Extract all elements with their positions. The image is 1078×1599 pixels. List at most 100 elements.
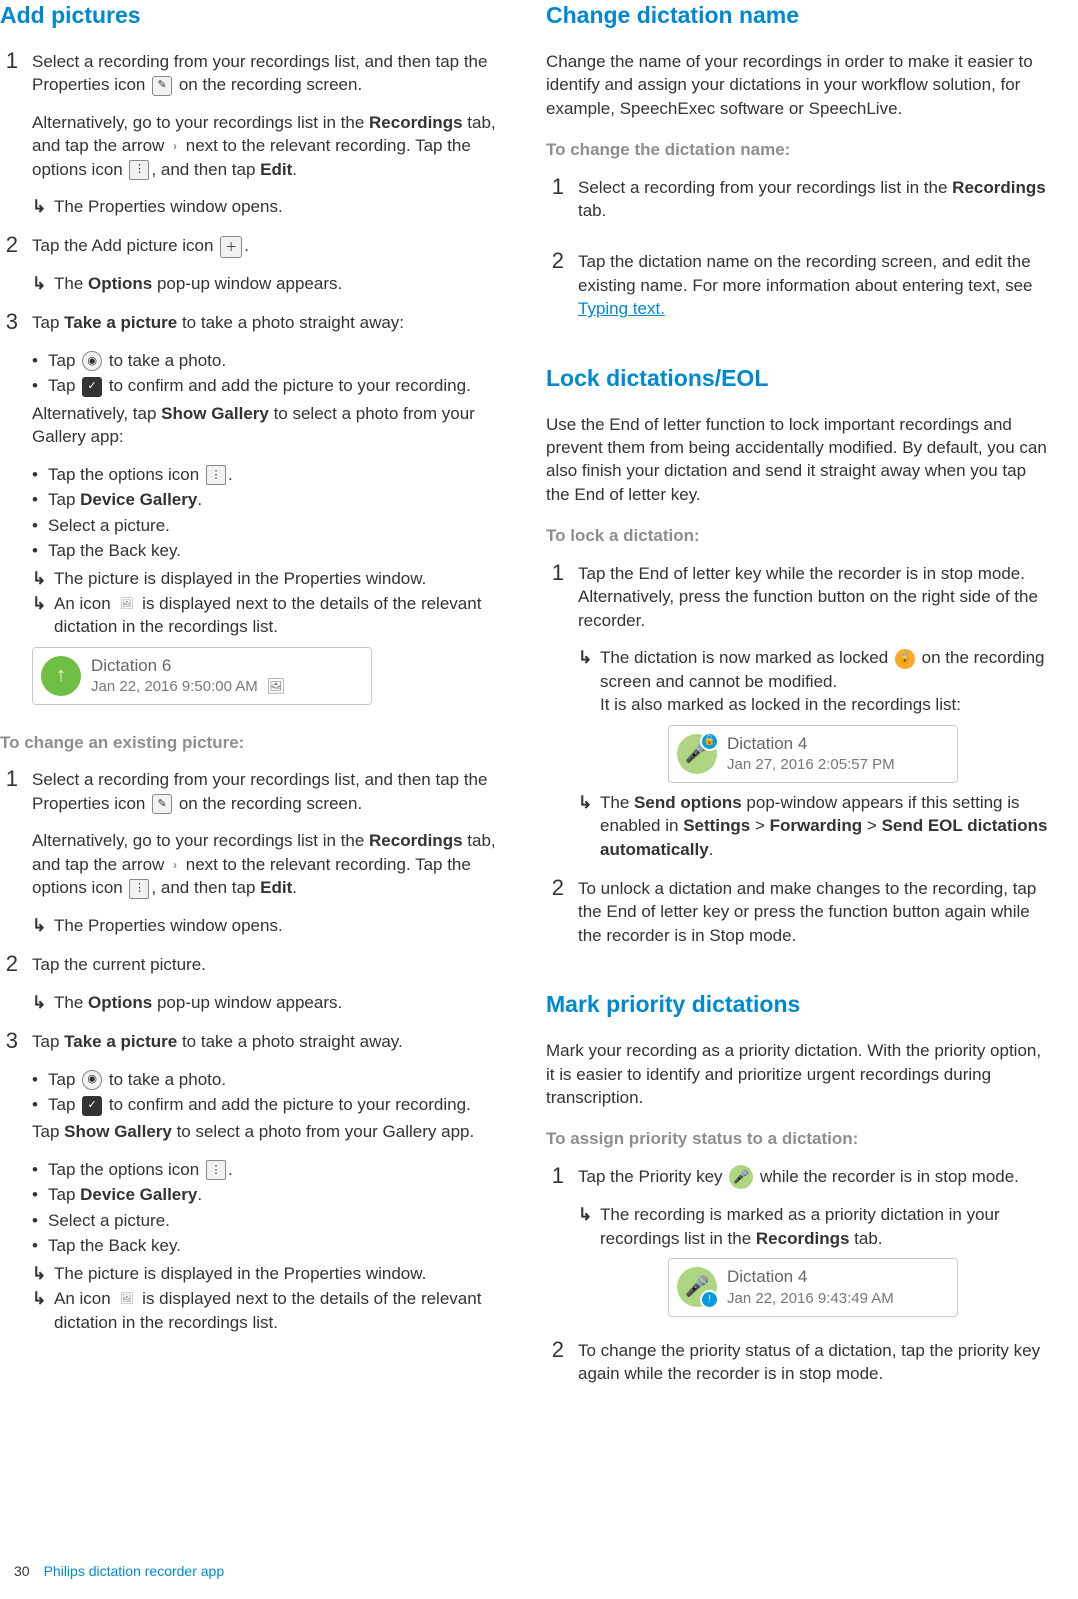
lock-badge-icon: 🔒 — [700, 732, 719, 751]
result-text: The recording is marked as a priority di… — [578, 1203, 1048, 1250]
paragraph: Change the name of your recordings in or… — [546, 50, 1048, 120]
screenshot-title: Dictation 4 — [727, 1265, 894, 1288]
bullet: Tap the Back key. — [32, 1234, 502, 1257]
step-number: 2 — [546, 1339, 564, 1361]
paragraph: Mark your recording as a priority dictat… — [546, 1039, 1048, 1109]
confirm-check-icon: ✓ — [82, 377, 102, 397]
left-column: Add pictures 1 Select a recording from y… — [0, 0, 502, 1413]
screenshot-dictation-4-locked: 🎤🔒 Dictation 4 Jan 27, 2016 2:05:57 PM — [668, 725, 958, 783]
step-text: Select a recording from your recordings … — [32, 768, 502, 815]
result-text: An icon 🖼 is displayed next to the detai… — [32, 592, 502, 639]
options-dots-icon: ⋮ — [206, 1160, 226, 1180]
result-text: The dictation is now marked as locked 🔒 … — [578, 646, 1048, 716]
confirm-check-icon: ✓ — [82, 1096, 102, 1116]
step-text: Alternatively, tap Show Gallery to selec… — [32, 402, 502, 449]
step-text: Select a recording from your recordings … — [32, 50, 502, 97]
page-number: 30 — [14, 1562, 30, 1581]
heading-add-pictures: Add pictures — [0, 0, 502, 32]
add-picture-icon: ＋ — [220, 236, 242, 258]
properties-icon: ✎ — [152, 794, 172, 814]
step-text: Tap the End of letter key while the reco… — [578, 562, 1048, 632]
bullet: Select a picture. — [32, 514, 502, 537]
step-number: 2 — [0, 953, 18, 975]
footer-app-name: Philips dictation recorder app — [44, 1562, 225, 1581]
mic-icon: 🎤🔒 — [677, 734, 717, 774]
picture-indicator-icon: 🖼 — [117, 1291, 135, 1309]
step-text: To unlock a dictation and make changes t… — [578, 877, 1048, 947]
screenshot-subtitle: Jan 27, 2016 2:05:57 PM — [727, 755, 895, 776]
bullet: Tap the options icon ⋮. — [32, 1158, 502, 1181]
screenshot-subtitle: Jan 22, 2016 9:43:49 AM — [727, 1289, 894, 1310]
bullet: Tap ◉ to take a photo. — [32, 349, 502, 372]
page-footer: 30 Philips dictation recorder app — [14, 1562, 224, 1581]
subheading-change-name: To change the dictation name: — [546, 138, 1048, 161]
priority-mic-icon: 🎤 — [729, 1165, 753, 1189]
step-number: 2 — [0, 234, 18, 256]
add-pictures-steps: 1 Select a recording from your recording… — [0, 50, 502, 713]
step-text: To change the priority status of a dicta… — [578, 1339, 1048, 1386]
result-text: The picture is displayed in the Properti… — [32, 1262, 502, 1285]
step-number: 1 — [546, 176, 564, 198]
heading-lock: Lock dictations/EOL — [546, 363, 1048, 395]
priority-steps: 1 Tap the Priority key 🎤 while the recor… — [546, 1165, 1048, 1399]
bullet: Tap the Back key. — [32, 539, 502, 562]
properties-icon: ✎ — [152, 76, 172, 96]
picture-indicator-icon: 🖼 — [117, 595, 135, 613]
screenshot-title: Dictation 4 — [727, 732, 895, 755]
camera-shutter-icon: ◉ — [82, 351, 102, 371]
bullet: Tap ✓ to confirm and add the picture to … — [32, 1093, 502, 1116]
step-text: Tap the current picture. — [32, 953, 502, 976]
step-text: Alternatively, go to your recordings lis… — [32, 111, 502, 181]
bullet: Tap the options icon ⋮. — [32, 463, 502, 486]
step-text: Tap the dictation name on the recording … — [578, 250, 1048, 320]
screenshot-title: Dictation 6 — [91, 654, 285, 677]
step-text: Tap Take a picture to take a photo strai… — [32, 1030, 502, 1053]
step-number: 2 — [546, 877, 564, 899]
result-text: The Options pop-up window appears. — [32, 272, 502, 295]
lock-steps: 1 Tap the End of letter key while the re… — [546, 562, 1048, 962]
bullet: Tap ◉ to take a photo. — [32, 1068, 502, 1091]
step-number: 3 — [0, 1030, 18, 1052]
lock-icon: 🔒 — [895, 649, 915, 669]
screenshot-dictation-6: ↑ Dictation 6 Jan 22, 2016 9:50:00 AM 🖼 — [32, 647, 372, 705]
subheading-lock: To lock a dictation: — [546, 524, 1048, 547]
change-picture-steps: 1 Select a recording from your recording… — [0, 768, 502, 1336]
bullet: Select a picture. — [32, 1209, 502, 1232]
mic-icon: 🎤! — [677, 1267, 717, 1307]
screenshot-dictation-4-priority: 🎤! Dictation 4 Jan 22, 2016 9:43:49 AM — [668, 1258, 958, 1316]
link-typing-text[interactable]: Typing text. — [578, 299, 665, 318]
step-number: 3 — [0, 311, 18, 333]
options-dots-icon: ⋮ — [206, 465, 226, 485]
step-number: 2 — [546, 250, 564, 272]
step-text: Tap the Add picture icon ＋. — [32, 234, 502, 258]
step-number: 1 — [546, 1165, 564, 1187]
change-name-steps: 1 Select a recording from your recording… — [546, 176, 1048, 335]
result-text: The Options pop-up window appears. — [32, 991, 502, 1014]
heading-change-name: Change dictation name — [546, 0, 1048, 32]
bullet: Tap ✓ to confirm and add the picture to … — [32, 374, 502, 397]
bullet: Tap Device Gallery. — [32, 1183, 502, 1206]
step-number: 1 — [546, 562, 564, 584]
step-number: 1 — [0, 50, 18, 72]
result-text: The Send options pop-window appears if t… — [578, 791, 1048, 861]
step-text: Tap Take a picture to take a photo strai… — [32, 311, 502, 334]
options-dots-icon: ⋮ — [129, 879, 149, 899]
bullet: Tap Device Gallery. — [32, 488, 502, 511]
heading-priority: Mark priority dictations — [546, 989, 1048, 1021]
result-text: The picture is displayed in the Properti… — [32, 567, 502, 590]
subheading-priority: To assign priority status to a dictation… — [546, 1127, 1048, 1150]
step-number: 1 — [0, 768, 18, 790]
right-column: Change dictation name Change the name of… — [546, 0, 1048, 1413]
paragraph: Use the End of letter function to lock i… — [546, 413, 1048, 507]
step-text: Tap Show Gallery to select a photo from … — [32, 1120, 502, 1143]
result-text: The Properties window opens. — [32, 195, 502, 218]
result-text: The Properties window opens. — [32, 914, 502, 937]
upload-arrow-icon: ↑ — [41, 656, 81, 696]
subheading-change-picture: To change an existing picture: — [0, 731, 502, 754]
step-text: Tap the Priority key 🎤 while the recorde… — [578, 1165, 1048, 1190]
priority-badge-icon: ! — [700, 1290, 719, 1309]
chevron-right-icon: › — [171, 137, 179, 157]
step-text: Alternatively, go to your recordings lis… — [32, 829, 502, 899]
step-text: Select a recording from your recordings … — [578, 176, 1048, 223]
picture-indicator-icon: 🖼 — [266, 678, 285, 695]
